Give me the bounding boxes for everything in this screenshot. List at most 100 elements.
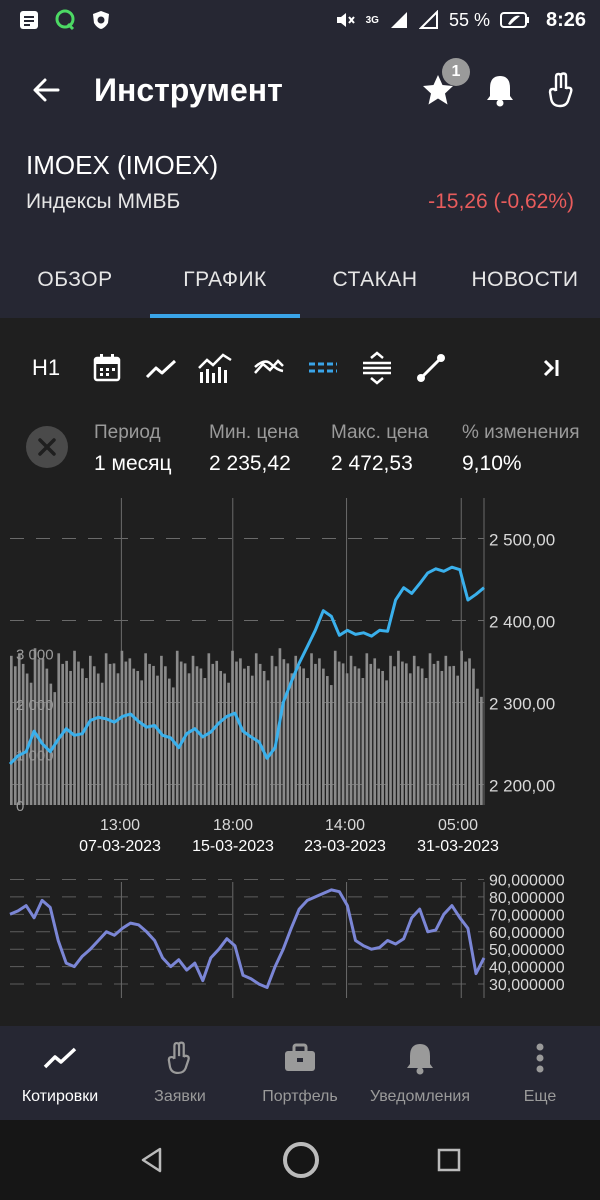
min-price-value: 2 235,42 (209, 452, 291, 475)
volume-chart-button[interactable] (188, 346, 242, 390)
oscillator-axis-labels: 90,00000080,00000070,00000060,00000050,0… (489, 872, 565, 994)
volume-bar (168, 678, 171, 805)
tab-chart[interactable]: ГРАФИК (150, 248, 300, 318)
scale-button[interactable] (350, 346, 404, 390)
volume-bar (25, 673, 29, 805)
recents-square-icon[interactable] (436, 1147, 462, 1173)
volume-bar (401, 661, 404, 805)
volume-bar (108, 663, 112, 805)
price-tick-label: 2 300,00 (489, 695, 555, 714)
arrow-left-icon (33, 78, 60, 102)
favorites-badge: 1 (442, 58, 470, 86)
line-chart-icon (145, 359, 177, 379)
volume-bar (10, 655, 13, 805)
volume-bar (452, 665, 456, 805)
volume-bar (179, 661, 183, 805)
expand-vertical-icon (363, 351, 391, 385)
timeframe-button[interactable]: H1 (32, 346, 80, 390)
volume-bar (357, 668, 361, 805)
volume-bar (377, 668, 380, 805)
home-circle-icon[interactable] (281, 1140, 321, 1180)
volume-bar (314, 663, 317, 805)
price-chart[interactable]: 3 0002 0001 0000 2 500,002 400,002 300,0… (0, 498, 600, 858)
volume-bar (239, 658, 242, 805)
back-button[interactable] (18, 62, 74, 118)
volume-bar (250, 675, 254, 805)
nav-orders-label: Заявки (154, 1088, 206, 1105)
volume-bar (136, 670, 140, 805)
volume-bar (148, 663, 151, 805)
hand-icon (548, 72, 573, 108)
volume-bar (341, 663, 345, 805)
scroll-to-end-button[interactable] (524, 346, 578, 390)
favorites-button[interactable]: 1 (418, 58, 470, 110)
oscillator-tick-label: 40,000000 (489, 960, 565, 977)
oscillator-chart[interactable]: 90,00000080,00000070,00000060,00000050,0… (0, 868, 600, 1018)
price-axis-labels: 2 500,00 2 400,00 2 300,00 2 200,00 (489, 531, 555, 796)
chat-notification-icon (55, 9, 75, 31)
volume-bar (132, 668, 136, 805)
volume-tick-label: 0 (16, 798, 24, 815)
tab-orderbook[interactable]: СТАКАН (300, 248, 450, 318)
period-label: Период (94, 422, 161, 443)
volume-bar (124, 661, 128, 805)
volume-bar (112, 663, 116, 805)
briefcase-icon (285, 1043, 315, 1071)
volume-bar (464, 661, 467, 805)
volume-bar (306, 678, 309, 805)
indicators-button[interactable] (242, 346, 296, 390)
volume-bar (353, 666, 357, 805)
volume-bar (140, 680, 143, 805)
volume-bar (369, 663, 373, 805)
oscillator-tick-label: 90,000000 (489, 872, 565, 889)
volume-bar (460, 650, 463, 805)
tab-overview[interactable]: ОБЗОР (0, 248, 150, 318)
skip-end-icon (543, 359, 559, 377)
bottom-navigation: Котировки Заявки Портфель Уведомления Ещ… (0, 1026, 600, 1120)
volume-bar (381, 670, 384, 805)
nav-notifications[interactable]: Уведомления (360, 1026, 480, 1120)
volume-bar (389, 655, 392, 805)
close-info-button[interactable] (26, 426, 68, 468)
order-button[interactable] (542, 70, 582, 110)
notification-icons (18, 9, 112, 31)
app-header: Инструмент 1 IMOEX (IMOEX) Индексы ММВБ … (0, 40, 600, 318)
clock: 8:26 (545, 8, 586, 31)
volume-bar (92, 666, 96, 805)
volume-bar (120, 650, 124, 805)
back-triangle-icon[interactable] (138, 1146, 166, 1174)
bell-icon (487, 76, 513, 107)
calendar-button[interactable] (80, 346, 134, 390)
volume-tick-label: 2 000 (16, 697, 54, 714)
chart-toolbar: H1 (0, 318, 600, 418)
line-chart-button[interactable] (134, 346, 188, 390)
volume-bar (290, 673, 294, 805)
volume-bar (65, 660, 68, 805)
levels-button[interactable] (296, 346, 350, 390)
volume-bar (144, 653, 147, 805)
volume-bar (448, 666, 452, 805)
oscillator-tick-label: 30,000000 (489, 977, 565, 994)
close-icon (38, 438, 56, 456)
instrument-name: IMOEX (IMOEX) (26, 150, 219, 180)
nav-portfolio[interactable]: Портфель (240, 1026, 360, 1120)
oscillator-tick-label: 80,000000 (489, 890, 565, 907)
nav-orders[interactable]: Заявки (120, 1026, 240, 1120)
trending-up-icon (43, 1047, 77, 1069)
notifications-button[interactable] (480, 70, 520, 110)
tab-news[interactable]: НОВОСТИ (450, 248, 600, 318)
system-status: 3G 55 % 8:26 (334, 9, 586, 32)
volume-bar (326, 676, 329, 805)
draw-line-button[interactable] (404, 346, 458, 390)
nav-more[interactable]: Еще (480, 1026, 600, 1120)
volume-bar (302, 668, 305, 805)
price-tick-label: 2 200,00 (489, 777, 555, 796)
battery-saver-icon (499, 12, 529, 28)
volume-bar (294, 655, 298, 805)
volume-bar (243, 668, 246, 805)
nav-quotes[interactable]: Котировки (0, 1026, 120, 1120)
volume-bar (227, 682, 230, 805)
volume-bar (73, 650, 76, 805)
system-navigation-bar (0, 1120, 600, 1200)
oscillator-tick-label: 70,000000 (489, 907, 565, 924)
